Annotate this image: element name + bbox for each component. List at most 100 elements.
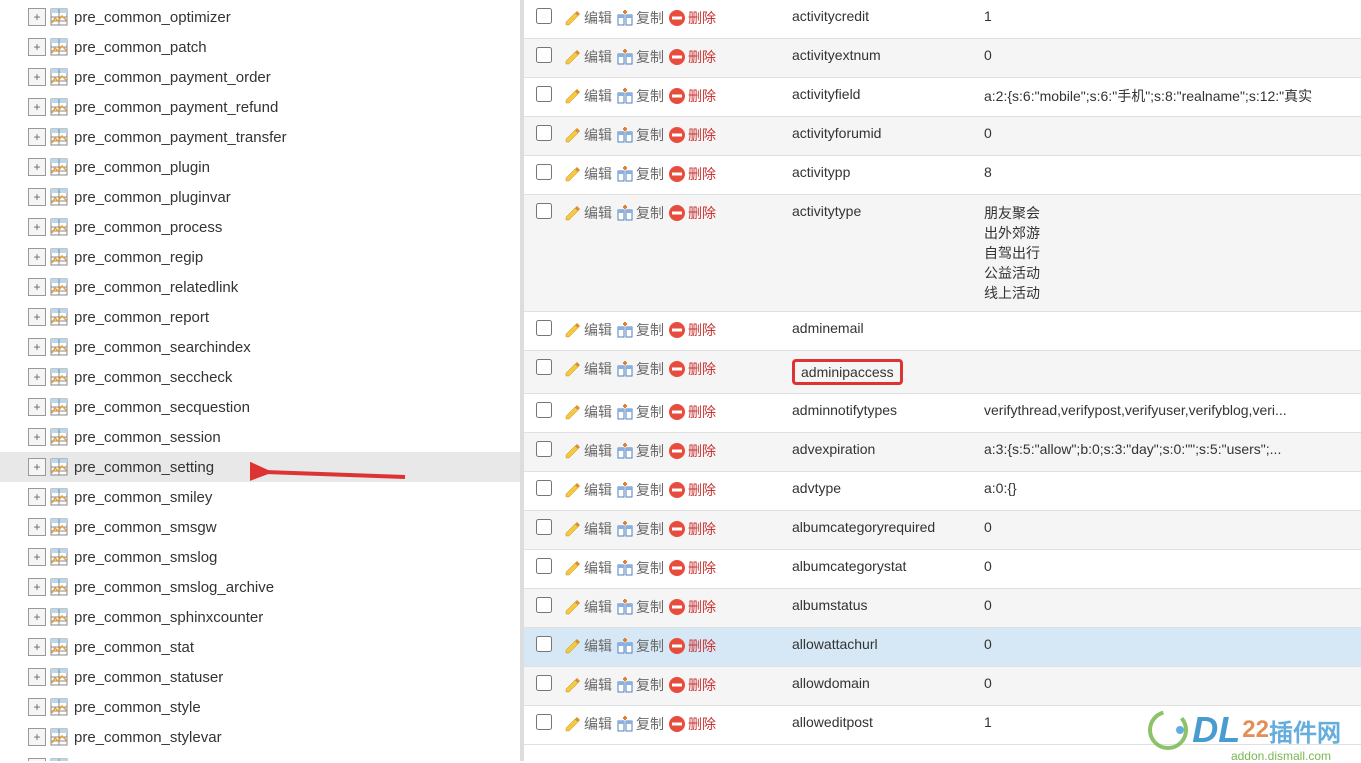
tree-item-pre_common_report[interactable]: +pre_common_report	[0, 302, 520, 332]
expand-icon[interactable]: +	[28, 668, 46, 686]
row-checkbox[interactable]	[536, 714, 552, 730]
tree-item-pre_common_smsgw[interactable]: +pre_common_smsgw	[0, 512, 520, 542]
expand-icon[interactable]: +	[28, 728, 46, 746]
copy-button[interactable]: 复制	[616, 597, 664, 617]
copy-button[interactable]: 复制	[616, 203, 664, 223]
expand-icon[interactable]: +	[28, 38, 46, 56]
expand-icon[interactable]: +	[28, 308, 46, 326]
table-row[interactable]: 编辑复制删除allowdomain0	[524, 667, 1361, 706]
table-row[interactable]: 编辑复制删除advexpirationa:3:{s:5:"allow";b:0;…	[524, 433, 1361, 472]
delete-button[interactable]: 删除	[668, 47, 716, 67]
tree-item-pre_common_syscache[interactable]: +pre_common_syscache	[0, 752, 520, 761]
tree-item-pre_common_pluginvar[interactable]: +pre_common_pluginvar	[0, 182, 520, 212]
edit-button[interactable]: 编辑	[564, 636, 612, 656]
tree-item-pre_common_payment_refund[interactable]: +pre_common_payment_refund	[0, 92, 520, 122]
tree-item-pre_common_smiley[interactable]: +pre_common_smiley	[0, 482, 520, 512]
expand-icon[interactable]: +	[28, 158, 46, 176]
table-row[interactable]: 编辑复制删除albumcategorystat0	[524, 550, 1361, 589]
edit-button[interactable]: 编辑	[564, 203, 612, 223]
tree-item-pre_common_seccheck[interactable]: +pre_common_seccheck	[0, 362, 520, 392]
expand-icon[interactable]: +	[28, 278, 46, 296]
expand-icon[interactable]: +	[28, 578, 46, 596]
tree-item-pre_common_optimizer[interactable]: +pre_common_optimizer	[0, 2, 520, 32]
table-row[interactable]: 编辑复制删除activityforumid0	[524, 117, 1361, 156]
expand-icon[interactable]: +	[28, 8, 46, 26]
row-checkbox[interactable]	[536, 47, 552, 63]
edit-button[interactable]: 编辑	[564, 402, 612, 422]
delete-button[interactable]: 删除	[668, 359, 716, 379]
edit-button[interactable]: 编辑	[564, 8, 612, 28]
row-checkbox[interactable]	[536, 164, 552, 180]
table-row[interactable]: 编辑复制删除albumcategoryrequired0	[524, 511, 1361, 550]
row-checkbox[interactable]	[536, 125, 552, 141]
row-checkbox[interactable]	[536, 320, 552, 336]
tree-item-pre_common_setting[interactable]: +pre_common_setting	[0, 452, 520, 482]
tree-item-pre_common_secquestion[interactable]: +pre_common_secquestion	[0, 392, 520, 422]
row-checkbox[interactable]	[536, 359, 552, 375]
tree-item-pre_common_stylevar[interactable]: +pre_common_stylevar	[0, 722, 520, 752]
tree-item-pre_common_process[interactable]: +pre_common_process	[0, 212, 520, 242]
table-row[interactable]: 编辑复制删除albumstatus0	[524, 589, 1361, 628]
copy-button[interactable]: 复制	[616, 714, 664, 734]
expand-icon[interactable]: +	[28, 608, 46, 626]
copy-button[interactable]: 复制	[616, 125, 664, 145]
edit-button[interactable]: 编辑	[564, 597, 612, 617]
tree-item-pre_common_payment_order[interactable]: +pre_common_payment_order	[0, 62, 520, 92]
row-checkbox[interactable]	[536, 636, 552, 652]
expand-icon[interactable]: +	[28, 98, 46, 116]
expand-icon[interactable]: +	[28, 698, 46, 716]
copy-button[interactable]: 复制	[616, 8, 664, 28]
row-checkbox[interactable]	[536, 8, 552, 24]
expand-icon[interactable]: +	[28, 488, 46, 506]
expand-icon[interactable]: +	[28, 68, 46, 86]
expand-icon[interactable]: +	[28, 398, 46, 416]
row-checkbox[interactable]	[536, 558, 552, 574]
table-row[interactable]: 编辑复制删除adminipaccess	[524, 351, 1361, 394]
tree-item-pre_common_smslog[interactable]: +pre_common_smslog	[0, 542, 520, 572]
tree-item-pre_common_payment_transfer[interactable]: +pre_common_payment_transfer	[0, 122, 520, 152]
delete-button[interactable]: 删除	[668, 597, 716, 617]
delete-button[interactable]: 删除	[668, 203, 716, 223]
edit-button[interactable]: 编辑	[564, 164, 612, 184]
edit-button[interactable]: 编辑	[564, 675, 612, 695]
edit-button[interactable]: 编辑	[564, 47, 612, 67]
tree-item-pre_common_patch[interactable]: +pre_common_patch	[0, 32, 520, 62]
expand-icon[interactable]: +	[28, 368, 46, 386]
tree-item-pre_common_sphinxcounter[interactable]: +pre_common_sphinxcounter	[0, 602, 520, 632]
copy-button[interactable]: 复制	[616, 441, 664, 461]
expand-icon[interactable]: +	[28, 638, 46, 656]
table-row[interactable]: 编辑复制删除advtypea:0:{}	[524, 472, 1361, 511]
row-checkbox[interactable]	[536, 519, 552, 535]
delete-button[interactable]: 删除	[668, 320, 716, 340]
delete-button[interactable]: 删除	[668, 714, 716, 734]
row-checkbox[interactable]	[536, 402, 552, 418]
row-checkbox[interactable]	[536, 597, 552, 613]
delete-button[interactable]: 删除	[668, 636, 716, 656]
delete-button[interactable]: 删除	[668, 675, 716, 695]
copy-button[interactable]: 复制	[616, 359, 664, 379]
tree-item-pre_common_searchindex[interactable]: +pre_common_searchindex	[0, 332, 520, 362]
row-checkbox[interactable]	[536, 480, 552, 496]
delete-button[interactable]: 删除	[668, 519, 716, 539]
copy-button[interactable]: 复制	[616, 480, 664, 500]
table-row[interactable]: 编辑复制删除activityextnum0	[524, 39, 1361, 78]
expand-icon[interactable]: +	[28, 338, 46, 356]
row-checkbox[interactable]	[536, 675, 552, 691]
edit-button[interactable]: 编辑	[564, 86, 612, 106]
expand-icon[interactable]: +	[28, 128, 46, 146]
table-row[interactable]: 编辑复制删除activitytype朋友聚会 出外郊游 自驾出行 公益活动 线上…	[524, 195, 1361, 312]
expand-icon[interactable]: +	[28, 518, 46, 536]
copy-button[interactable]: 复制	[616, 86, 664, 106]
tree-item-pre_common_session[interactable]: +pre_common_session	[0, 422, 520, 452]
tree-item-pre_common_regip[interactable]: +pre_common_regip	[0, 242, 520, 272]
copy-button[interactable]: 复制	[616, 402, 664, 422]
copy-button[interactable]: 复制	[616, 675, 664, 695]
edit-button[interactable]: 编辑	[564, 125, 612, 145]
table-row[interactable]: 编辑复制删除adminnotifytypesverifythread,verif…	[524, 394, 1361, 433]
delete-button[interactable]: 删除	[668, 441, 716, 461]
delete-button[interactable]: 删除	[668, 8, 716, 28]
copy-button[interactable]: 复制	[616, 320, 664, 340]
tree-item-pre_common_stat[interactable]: +pre_common_stat	[0, 632, 520, 662]
table-row[interactable]: 编辑复制删除allowattachurl0	[524, 628, 1361, 667]
delete-button[interactable]: 删除	[668, 164, 716, 184]
